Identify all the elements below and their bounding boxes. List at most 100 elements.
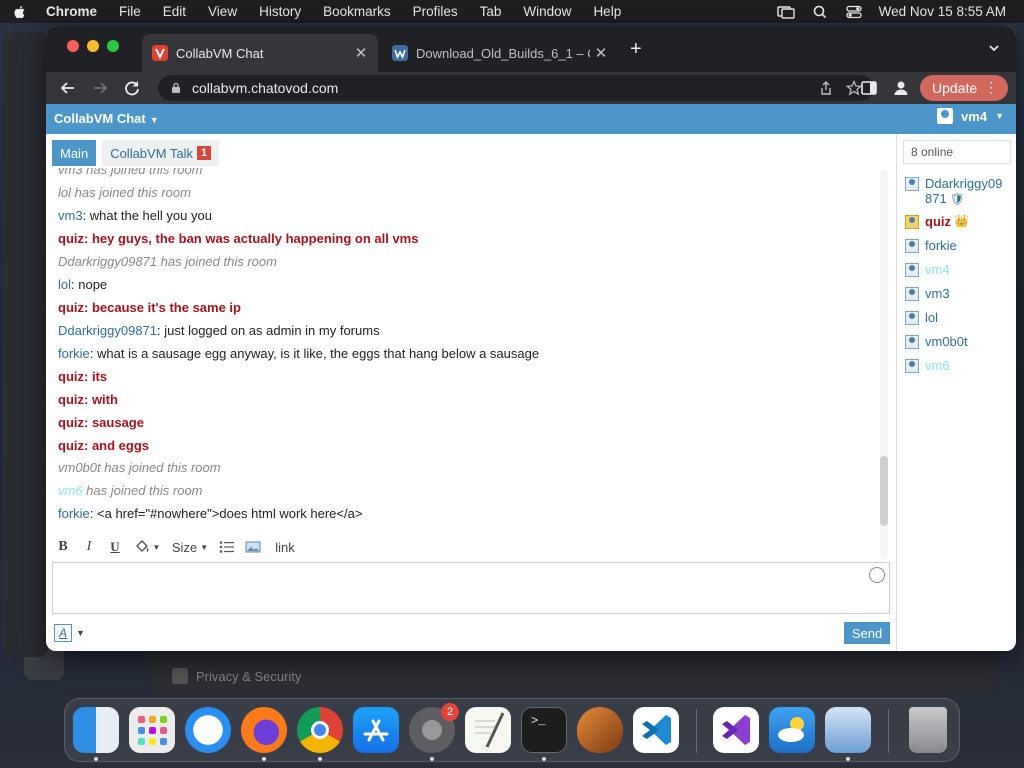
chat-title-menu[interactable]: CollabVM Chat ▼ <box>54 111 159 126</box>
menu-edit[interactable]: Edit <box>163 4 186 19</box>
trash-icon[interactable] <box>909 707 947 753</box>
control-center-icon[interactable] <box>845 5 863 19</box>
bullet-list-button[interactable] <box>216 537 238 557</box>
user-list-item[interactable]: vm6 <box>905 358 950 373</box>
smiley-icon[interactable] <box>869 567 885 583</box>
unread-badge: 1 <box>197 146 212 160</box>
tab-search-chevron-icon[interactable] <box>988 42 1000 54</box>
message-user[interactable]: vm3 <box>58 168 83 177</box>
forward-icon[interactable] <box>90 78 110 98</box>
italic-button[interactable]: I <box>78 537 100 557</box>
message-user[interactable]: quiz <box>58 231 84 246</box>
menu-app-name[interactable]: Chrome <box>46 4 97 19</box>
message-user[interactable]: vm0b0t <box>58 460 101 475</box>
user-list-item[interactable]: vm0b0t <box>905 334 968 349</box>
menu-history[interactable]: History <box>259 4 301 19</box>
text-format-button[interactable]: A <box>54 624 72 642</box>
message-user[interactable]: quiz <box>58 300 84 315</box>
message-log-scrollbar[interactable] <box>880 170 888 560</box>
tab-main[interactable]: Main <box>52 140 97 166</box>
message-user[interactable]: Ddarkriggy09871 <box>58 254 157 269</box>
launchpad-icon[interactable] <box>129 707 175 753</box>
user-list-item[interactable]: lol <box>905 310 938 325</box>
textedit-icon[interactable] <box>465 707 511 753</box>
message-user[interactable]: quiz <box>58 369 84 384</box>
message-user[interactable]: Ddarkriggy09871 <box>58 323 157 338</box>
share-icon[interactable] <box>818 80 834 96</box>
user-list-item[interactable]: forkie <box>905 238 957 253</box>
terminal-icon[interactable]: >_ <box>521 707 567 753</box>
back-icon[interactable] <box>58 78 78 98</box>
message-input[interactable] <box>52 562 890 614</box>
insert-link-button[interactable]: link <box>274 537 296 557</box>
message-user[interactable]: quiz <box>58 438 84 453</box>
tab-collabvm-talk[interactable]: CollabVM Talk 1 <box>102 140 220 166</box>
tab-title: Download_Old_Builds_6_1 – C <box>416 45 590 61</box>
underline-button[interactable]: U <box>104 537 126 557</box>
weather-icon[interactable] <box>769 707 815 753</box>
message-user[interactable]: forkie <box>58 346 90 361</box>
menu-bookmarks[interactable]: Bookmarks <box>323 4 391 19</box>
user-list-item[interactable]: quiz 👑 <box>905 214 969 229</box>
firefox-icon[interactable] <box>241 707 287 753</box>
apple-icon[interactable] <box>12 4 28 20</box>
user-list-item[interactable]: vm3 <box>905 286 950 301</box>
message-user[interactable]: vm6 <box>58 483 83 498</box>
address-bar[interactable]: collabvm.chatovod.com <box>158 75 874 101</box>
user-avatar-icon <box>937 108 954 124</box>
chevron-down-icon[interactable]: ▼ <box>76 628 85 638</box>
close-window-button[interactable] <box>67 40 79 52</box>
menu-clock[interactable]: Wed Nov 15 8:55 AM <box>879 4 1006 19</box>
vscode-icon[interactable] <box>633 707 679 753</box>
finder-icon[interactable] <box>73 707 119 753</box>
update-button[interactable]: Update ⋮ <box>920 75 1008 101</box>
menu-file[interactable]: File <box>119 4 141 19</box>
message-user[interactable]: quiz <box>58 392 84 407</box>
new-tab-button[interactable]: + <box>630 39 642 59</box>
message-user[interactable]: vm3 <box>58 208 83 223</box>
visual-studio-glyph-icon <box>722 715 750 745</box>
garageband-icon[interactable] <box>577 707 623 753</box>
minimize-window-button[interactable] <box>87 40 99 52</box>
reload-icon[interactable] <box>122 78 142 98</box>
virtualbox-icon[interactable] <box>825 707 871 753</box>
insert-image-button[interactable] <box>242 537 264 557</box>
visual-studio-icon[interactable] <box>713 707 759 753</box>
font-size-dropdown[interactable]: Size ▼ <box>168 537 212 557</box>
message-user[interactable]: lol <box>58 185 71 200</box>
user-icon <box>905 263 919 277</box>
menu-window[interactable]: Window <box>523 4 571 19</box>
tab-close-icon[interactable]: ✕ <box>590 44 612 62</box>
zoom-window-button[interactable] <box>107 40 119 52</box>
app-store-icon[interactable] <box>353 707 399 753</box>
user-list-item[interactable]: vm4 <box>905 262 950 277</box>
message-user[interactable]: lol <box>58 277 71 292</box>
text-color-button[interactable]: ▼ <box>130 537 164 557</box>
privacy-security-item[interactable]: Privacy & Security <box>172 668 301 684</box>
tab-collabvm-chat[interactable]: CollabVM Chat ✕ <box>142 34 378 72</box>
tab-main-label: Main <box>60 145 89 161</box>
tab-download-old-builds[interactable]: Download_Old_Builds_6_1 – C ✕ <box>382 34 618 72</box>
menu-tab[interactable]: Tab <box>480 4 502 19</box>
bold-button[interactable]: B <box>52 537 74 557</box>
safari-icon[interactable] <box>185 707 231 753</box>
menu-profiles[interactable]: Profiles <box>413 4 458 19</box>
current-user-menu[interactable]: vm4 ▼ <box>937 108 1004 124</box>
chrome-icon[interactable] <box>297 707 343 753</box>
running-indicator <box>430 757 434 761</box>
lock-icon[interactable] <box>170 82 182 94</box>
spotlight-search-icon[interactable] <box>811 5 829 19</box>
profile-icon[interactable] <box>892 79 910 97</box>
message-user[interactable]: quiz <box>58 415 84 430</box>
scrollbar-thumb[interactable] <box>880 456 888 526</box>
message-user[interactable]: forkie <box>58 506 90 521</box>
chevron-down-icon: ▼ <box>149 115 159 125</box>
send-button[interactable]: Send <box>844 622 890 644</box>
side-panel-icon[interactable] <box>860 79 878 97</box>
user-list-item[interactable]: Ddarkriggy09 871 🛡 <box>905 176 1002 207</box>
menu-view[interactable]: View <box>208 4 237 19</box>
menu-help[interactable]: Help <box>593 4 621 19</box>
more-menu-icon[interactable]: ⋮ <box>984 80 998 94</box>
screen-mirror-icon[interactable] <box>776 5 795 19</box>
tab-close-icon[interactable]: ✕ <box>350 44 372 62</box>
